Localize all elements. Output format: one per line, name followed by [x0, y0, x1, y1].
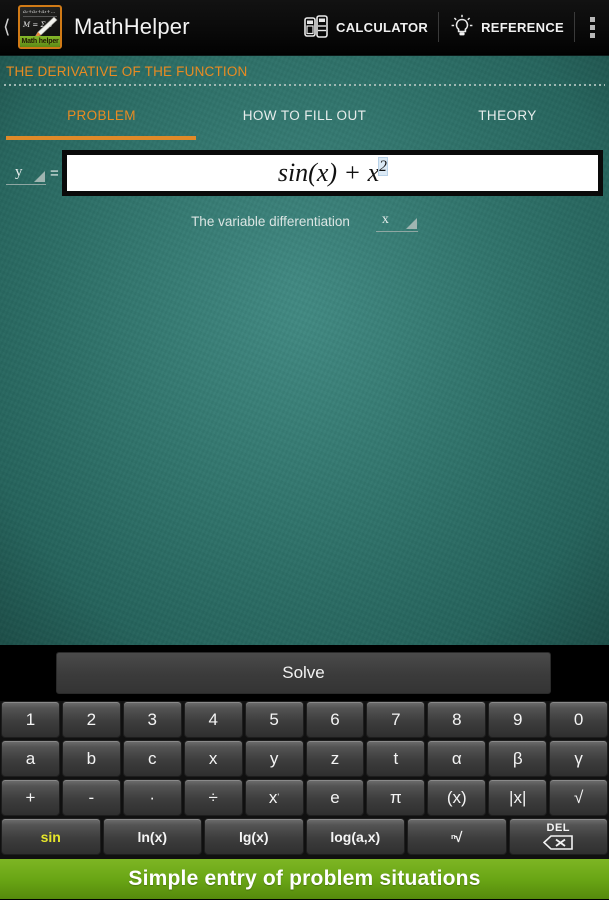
key-4[interactable]: 4: [183, 701, 243, 738]
key-delete[interactable]: DEL: [508, 818, 608, 855]
overflow-dot: [589, 16, 595, 22]
back-chevron-icon[interactable]: ⟨: [0, 17, 18, 37]
key-nth-root-symbol: √: [454, 828, 463, 845]
chalkboard-panel: THE DERIVATIVE OF THE FUNCTION PROBLEM H…: [0, 55, 609, 645]
key-pi[interactable]: π: [366, 779, 426, 816]
formula-base: sin(x) + x: [277, 158, 380, 187]
key-log[interactable]: log(a,x): [305, 818, 405, 855]
page-subtitle: THE DERIVATIVE OF THE FUNCTION: [6, 64, 248, 79]
key-minus[interactable]: -: [61, 779, 121, 816]
key-power-exponent: ': [277, 791, 280, 802]
key-2[interactable]: 2: [61, 701, 121, 738]
overflow-dot: [589, 24, 595, 30]
key-y[interactable]: y: [244, 740, 304, 777]
key-1[interactable]: 1: [1, 701, 60, 738]
action-bar: ⟨ a₁+a₂+a₃+… M = Σ p Math helper MathHel…: [0, 0, 609, 55]
key-sqrt[interactable]: √: [549, 779, 609, 816]
variable-label: The variable differentiation: [191, 213, 350, 229]
overflow-dot: [589, 32, 595, 38]
formula-exponent: 2: [378, 157, 388, 177]
key-ln[interactable]: ln(x): [102, 818, 202, 855]
tab-how-to-fill-out[interactable]: HOW TO FILL OUT: [203, 96, 406, 134]
keyboard-row-digits: 1 2 3 4 5 6 7 8 9 0: [1, 701, 609, 738]
key-3[interactable]: 3: [122, 701, 182, 738]
formula-text: sin(x) + x2: [277, 157, 388, 188]
reference-label: REFERENCE: [481, 19, 564, 35]
key-lg[interactable]: lg(x): [204, 818, 304, 855]
key-divide[interactable]: ÷: [183, 779, 243, 816]
key-nth-root[interactable]: n √: [407, 818, 507, 855]
calculator-label: CALCULATOR: [336, 19, 429, 35]
key-9[interactable]: 9: [488, 701, 548, 738]
key-beta[interactable]: β: [488, 740, 548, 777]
key-sin[interactable]: sin: [1, 818, 101, 855]
key-z[interactable]: z: [305, 740, 365, 777]
app-title: MathHelper: [74, 14, 190, 39]
equals-sign: =: [50, 164, 59, 182]
variable-row: The variable differentiation x: [0, 210, 609, 232]
calculator-action[interactable]: CALCULATOR: [294, 0, 438, 55]
solve-button[interactable]: Solve: [56, 652, 551, 694]
formula-row: y = sin(x) + x2: [0, 150, 609, 196]
key-7[interactable]: 7: [366, 701, 426, 738]
delete-label: DEL: [546, 822, 570, 834]
key-a[interactable]: a: [1, 740, 60, 777]
key-gamma[interactable]: γ: [549, 740, 609, 777]
delete-key-content: DEL: [543, 822, 574, 850]
key-8[interactable]: 8: [427, 701, 487, 738]
key-e[interactable]: e: [305, 779, 365, 816]
tab-problem[interactable]: PROBLEM: [0, 96, 203, 134]
reference-action[interactable]: REFERENCE: [439, 0, 574, 55]
app-icon[interactable]: a₁+a₂+a₃+… M = Σ p Math helper: [18, 5, 62, 49]
key-c[interactable]: c: [122, 740, 182, 777]
promo-banner: Simple entry of problem situations: [0, 859, 609, 899]
key-power[interactable]: x ': [244, 779, 304, 816]
key-absolute[interactable]: |x|: [488, 779, 548, 816]
key-parentheses[interactable]: (x): [427, 779, 487, 816]
overflow-menu-icon[interactable]: [575, 0, 609, 55]
backspace-icon: [543, 835, 574, 850]
chevron-down-icon: [34, 170, 45, 182]
tab-theory[interactable]: THEORY: [406, 96, 609, 134]
function-spinner[interactable]: y: [6, 162, 46, 185]
key-plus[interactable]: +: [1, 779, 60, 816]
key-alpha[interactable]: α: [427, 740, 487, 777]
app-icon-label: Math helper: [20, 36, 60, 47]
keyboard-row-letters: a b c x y z t α β γ: [1, 740, 609, 777]
key-multiply[interactable]: ·: [122, 779, 182, 816]
tab-bar: PROBLEM HOW TO FILL OUT THEORY: [0, 96, 609, 134]
keyboard-row-functions: sin ln(x) lg(x) log(a,x) n √ DEL: [1, 818, 608, 855]
calculator-icon: [304, 15, 328, 38]
active-tab-indicator: [6, 136, 196, 140]
formula-input[interactable]: sin(x) + x2: [61, 150, 603, 196]
chevron-down-icon: [405, 218, 417, 229]
key-x[interactable]: x: [183, 740, 243, 777]
key-0[interactable]: 0: [549, 701, 609, 738]
app-screen: ⟨ a₁+a₂+a₃+… M = Σ p Math helper MathHel…: [0, 0, 609, 900]
variable-spinner[interactable]: x: [375, 210, 418, 232]
key-6[interactable]: 6: [305, 701, 365, 738]
key-power-base: x: [268, 788, 278, 807]
keyboard-row-operators: + - · ÷ x ' e π (x) |x| √: [1, 779, 609, 816]
lightbulb-icon: [451, 14, 473, 36]
key-5[interactable]: 5: [244, 701, 304, 738]
solve-bar: Solve: [0, 645, 609, 701]
app-icon-formula-top: a₁+a₂+a₃+…: [23, 9, 57, 17]
key-t[interactable]: t: [366, 740, 426, 777]
key-b[interactable]: b: [61, 740, 121, 777]
dotted-divider: [4, 84, 605, 86]
math-keyboard: 1 2 3 4 5 6 7 8 9 0 a b c x y z t α β γ …: [0, 701, 609, 859]
